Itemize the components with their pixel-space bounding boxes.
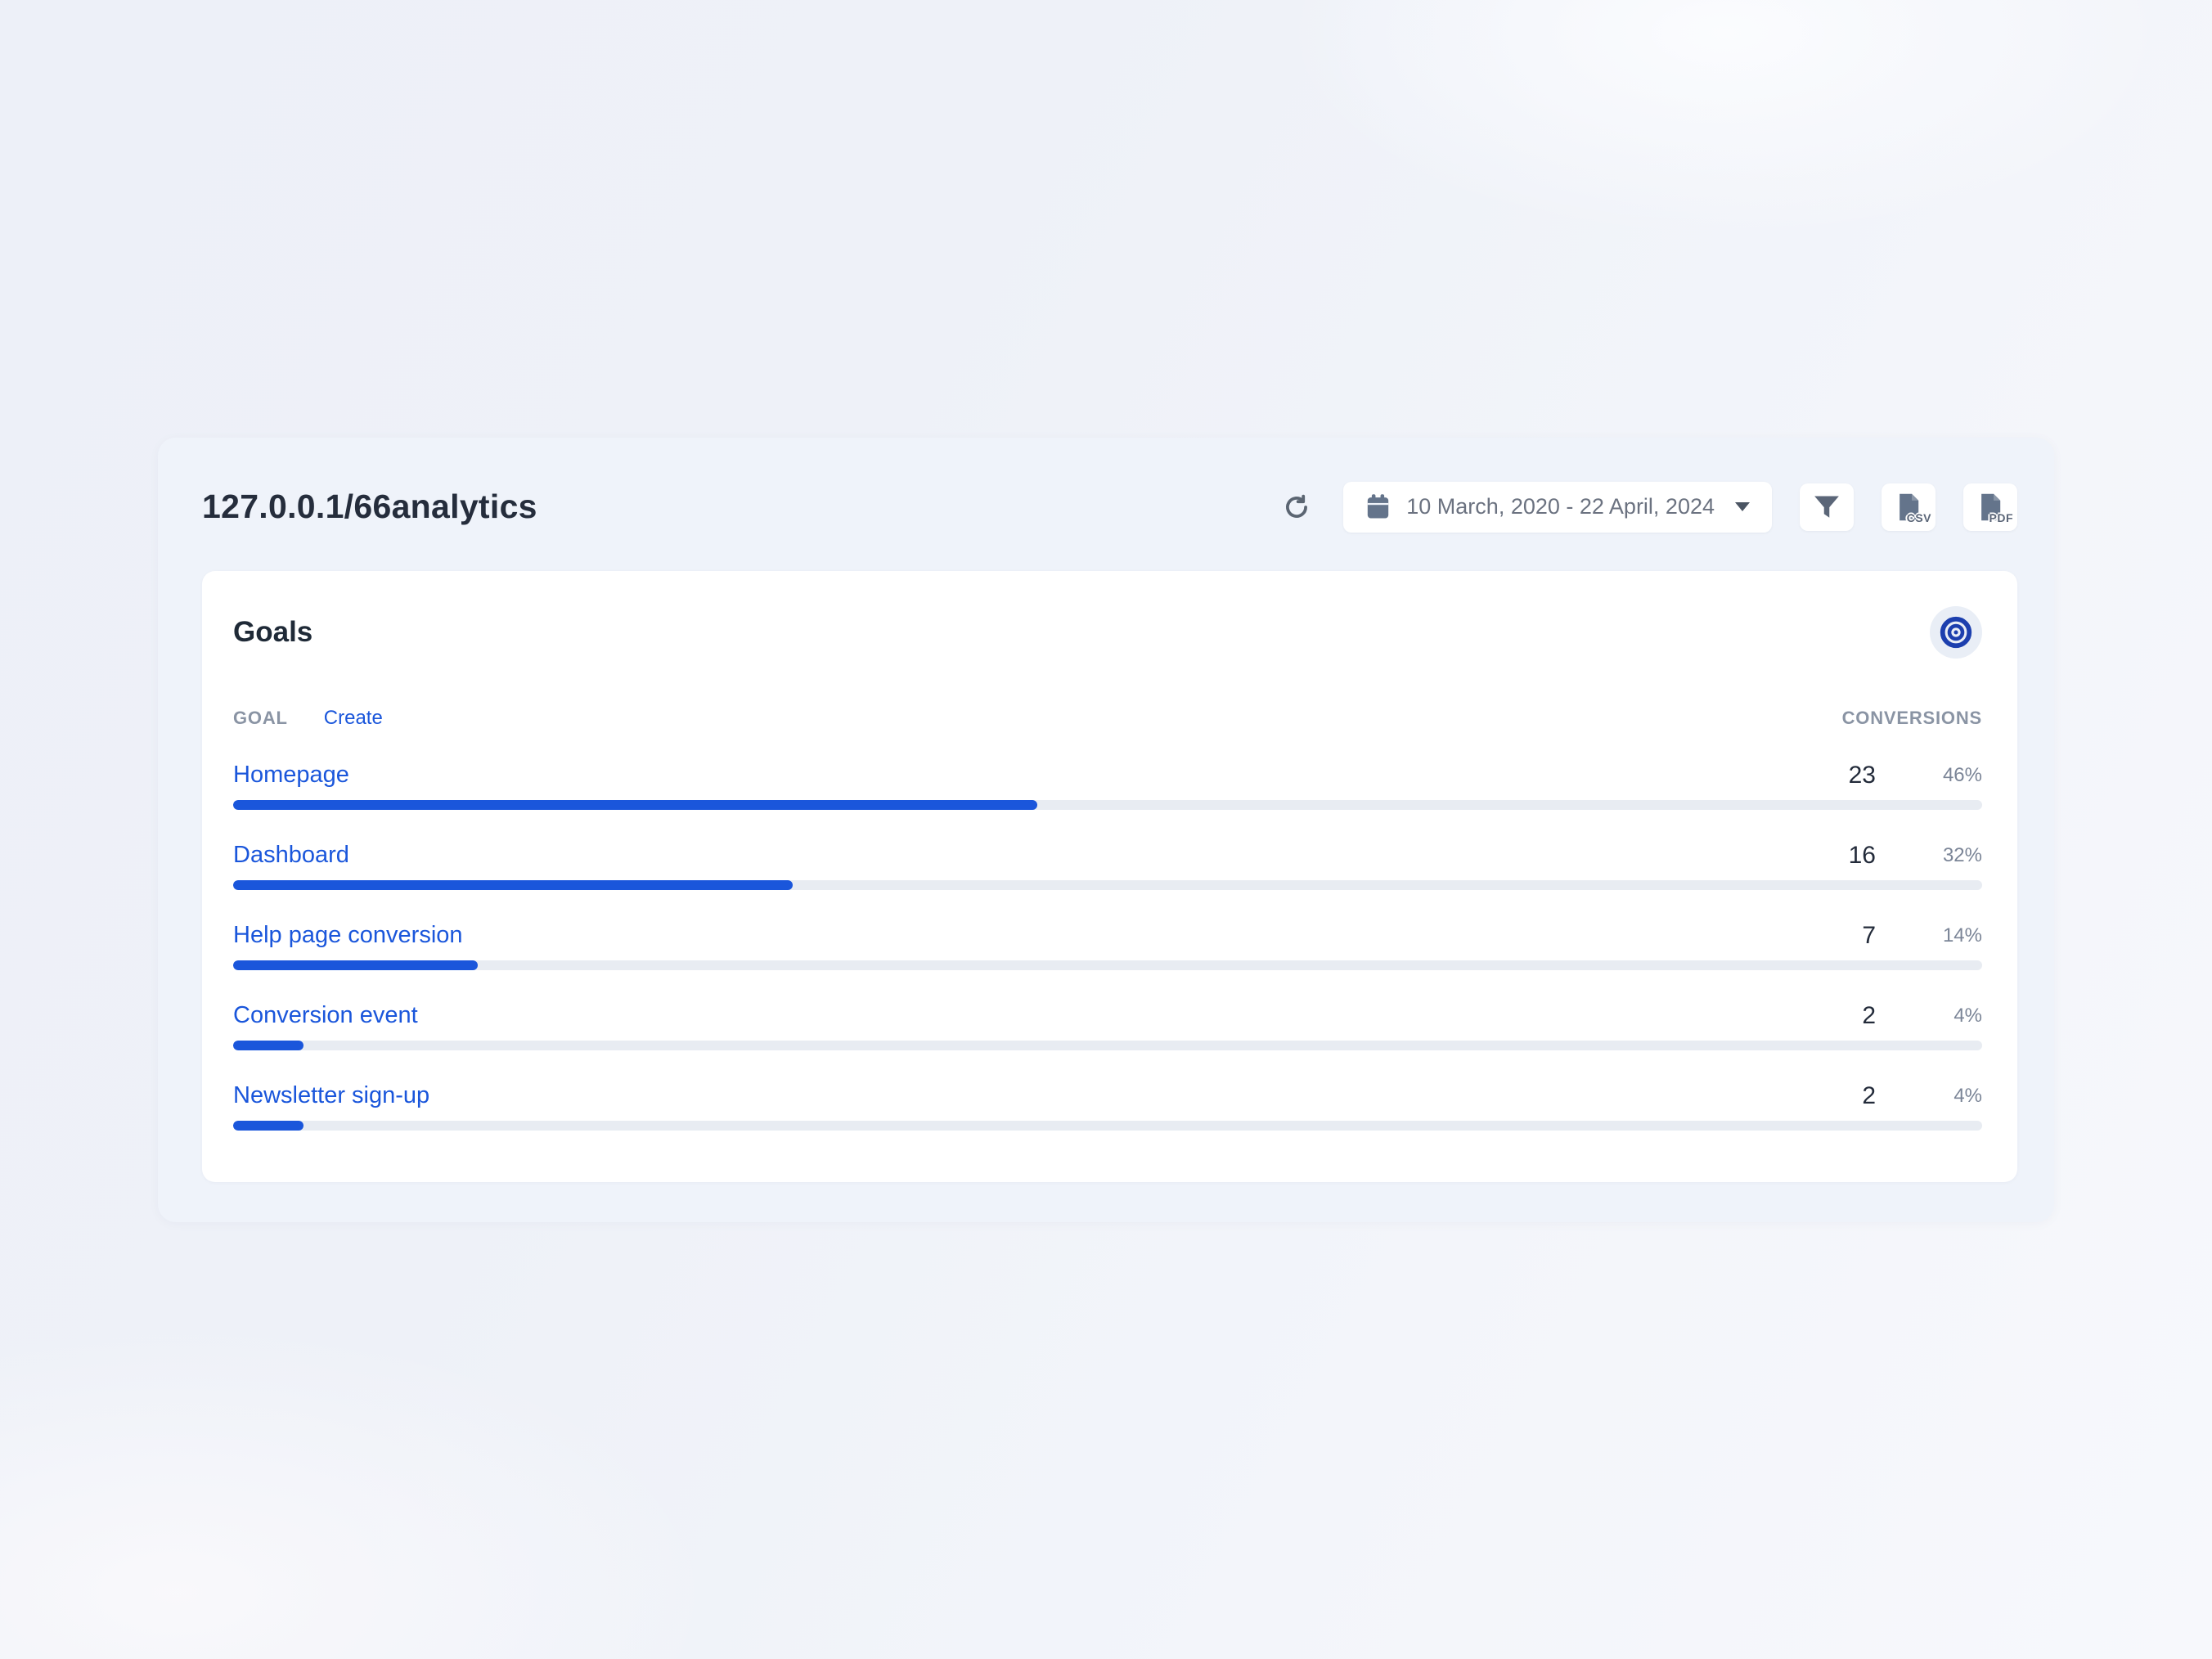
goal-row: Conversion event 2 4% <box>233 996 1982 1050</box>
progress-fill <box>233 1121 303 1131</box>
refresh-icon <box>1281 492 1312 523</box>
conversions-percent: 4% <box>1876 1085 1982 1108</box>
goal-row: Help page conversion 7 14% <box>233 915 1982 970</box>
progress-track <box>233 1121 1982 1131</box>
export-csv-button[interactable]: CSV <box>1882 483 1936 531</box>
conversions-percent: 46% <box>1876 764 1982 787</box>
goals-card: Goals GOAL Create CONVERSIONS Homepage 2… <box>202 571 2017 1182</box>
calendar-icon <box>1365 493 1391 520</box>
goals-card-header: Goals <box>233 600 1982 664</box>
goal-row: Newsletter sign-up 2 4% <box>233 1076 1982 1131</box>
csv-label: CSV <box>1907 511 1931 524</box>
bullseye-icon <box>1939 615 1973 650</box>
progress-fill <box>233 800 1037 810</box>
goal-row: Dashboard 16 32% <box>233 835 1982 890</box>
create-goal-link[interactable]: Create <box>324 707 383 730</box>
funnel-icon <box>1813 494 1841 520</box>
progress-fill <box>233 880 793 890</box>
progress-track <box>233 880 1982 890</box>
goal-link[interactable]: Conversion event <box>233 1002 418 1029</box>
progress-track <box>233 1041 1982 1050</box>
conversions-percent: 14% <box>1876 924 1982 947</box>
goal-row: Homepage 23 46% <box>233 755 1982 810</box>
date-range-label: 10 March, 2020 - 22 April, 2024 <box>1406 494 1715 519</box>
page-title: 127.0.0.1/66analytics <box>202 488 537 526</box>
goals-target-button[interactable] <box>1930 606 1982 659</box>
conversions-percent: 32% <box>1876 844 1982 867</box>
goals-title: Goals <box>233 616 312 649</box>
conversions-count: 2 <box>1862 1082 1876 1110</box>
analytics-panel: 127.0.0.1/66analytics <box>158 438 2054 1222</box>
panel-header: 127.0.0.1/66analytics <box>202 438 2017 571</box>
export-pdf-button[interactable]: PDF <box>1963 483 2017 531</box>
progress-track <box>233 960 1982 970</box>
conversions-count: 2 <box>1862 1002 1876 1030</box>
filter-button[interactable] <box>1800 483 1854 531</box>
conversions-percent: 4% <box>1876 1005 1982 1027</box>
goals-table-header: GOAL Create CONVERSIONS <box>233 707 1982 730</box>
pdf-label: PDF <box>1989 511 2014 524</box>
conversions-count: 7 <box>1862 922 1876 950</box>
goal-link[interactable]: Newsletter sign-up <box>233 1082 429 1109</box>
refresh-button[interactable] <box>1278 488 1315 526</box>
conversions-column-header: CONVERSIONS <box>1842 708 1982 729</box>
date-range-picker[interactable]: 10 March, 2020 - 22 April, 2024 <box>1343 482 1772 533</box>
goal-link[interactable]: Homepage <box>233 762 349 789</box>
toolbar: 10 March, 2020 - 22 April, 2024 CS <box>1278 482 2017 533</box>
progress-fill <box>233 1041 303 1050</box>
progress-track <box>233 800 1982 810</box>
goal-column-header: GOAL <box>233 708 288 729</box>
conversions-count: 16 <box>1849 842 1876 870</box>
conversions-count: 23 <box>1849 762 1876 789</box>
goal-link[interactable]: Help page conversion <box>233 922 463 949</box>
goal-link[interactable]: Dashboard <box>233 842 349 869</box>
progress-fill <box>233 960 478 970</box>
chevron-down-icon <box>1735 502 1750 511</box>
